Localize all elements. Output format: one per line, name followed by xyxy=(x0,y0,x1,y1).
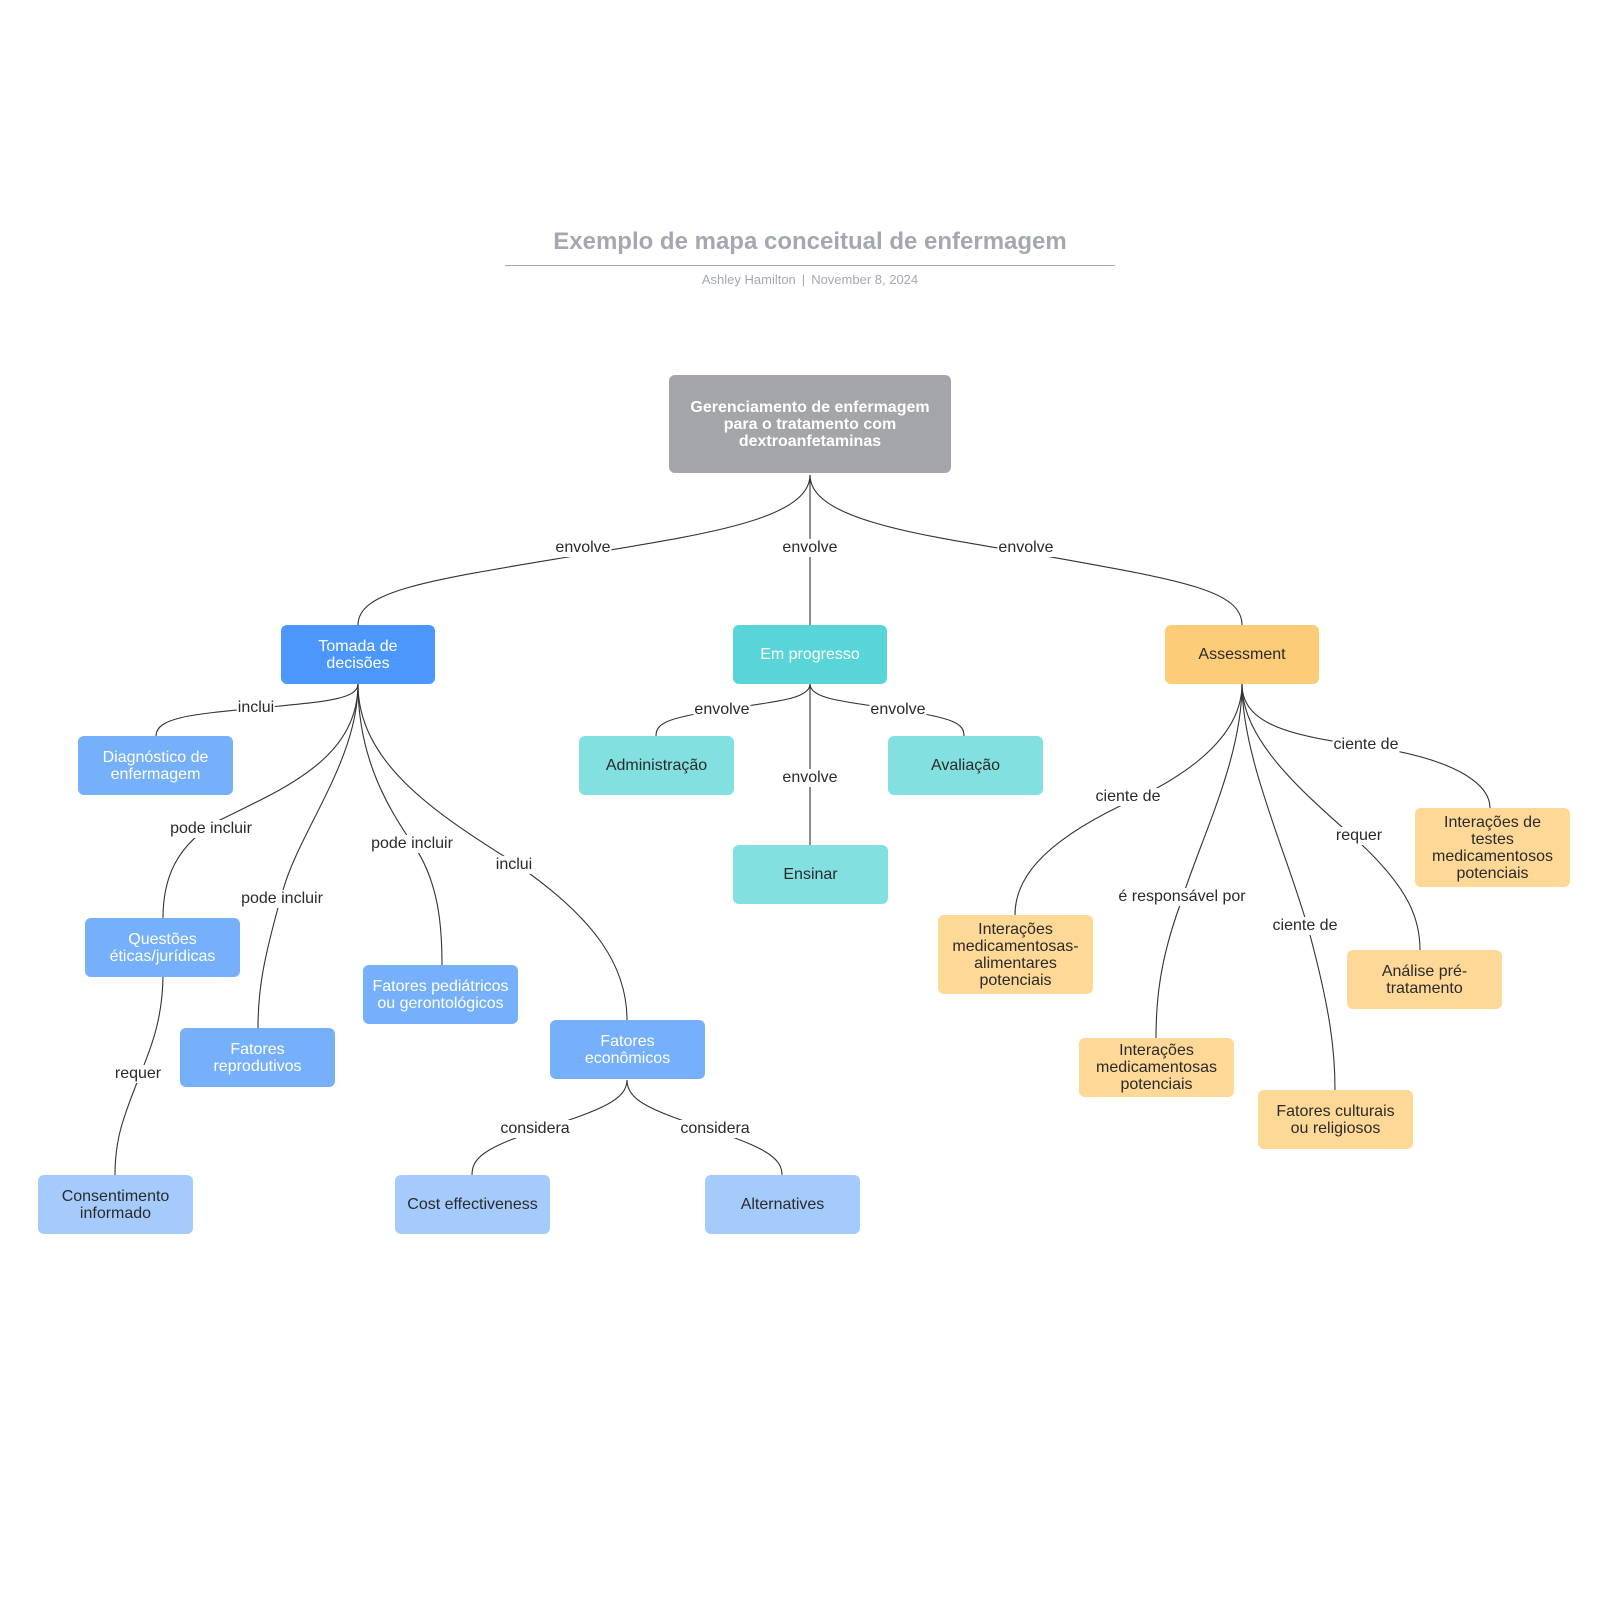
node-label: Questões éticas/jurídicas xyxy=(109,930,216,965)
root-node[interactable]: Gerenciamento de enfermagem para o trata… xyxy=(669,375,951,473)
edge-label: considera xyxy=(499,1120,571,1138)
node-label: Interações medicamentosas-alimentares po… xyxy=(952,920,1079,989)
node-label: Fatores pediátricos ou gerontológicos xyxy=(372,977,509,1012)
edge-assessment-medicamentosas xyxy=(1155,683,1243,1039)
edge-label: pode incluir xyxy=(370,835,454,853)
node-label: Fatores reprodutivos xyxy=(213,1040,302,1075)
connector-layer xyxy=(114,474,1491,1176)
node-interacoes-alimentares[interactable]: Interações medicamentosas-alimentares po… xyxy=(938,915,1093,994)
node-label: Fatores econômicos xyxy=(584,1032,671,1067)
node-label: Assessment xyxy=(1198,646,1286,663)
edge-label: ciente de xyxy=(1271,917,1339,935)
edge-tomada-questoes xyxy=(162,683,359,919)
node-label: Interações medicamentosas potenciais xyxy=(1096,1042,1217,1093)
node-label: Ensinar xyxy=(783,866,838,883)
edge-label: envolve xyxy=(997,539,1055,557)
node-label: Consentimento informado xyxy=(61,1187,170,1222)
node-label: Em progresso xyxy=(760,646,860,663)
edge-label: inclui xyxy=(236,699,276,717)
node-questoes-eticas-juridicas[interactable]: Questões éticas/jurídicas xyxy=(85,918,240,977)
node-cost-effectiveness[interactable]: Cost effectiveness xyxy=(395,1175,550,1234)
edge-assessment-culturais xyxy=(1241,683,1336,1091)
node-alternatives[interactable]: Alternatives xyxy=(705,1175,860,1234)
edge-label: envolve xyxy=(869,701,927,719)
node-tomada-de-decisoes[interactable]: Tomada de decisões xyxy=(281,625,435,684)
edge-label: ciente de xyxy=(1332,736,1400,754)
edge-label: requer xyxy=(1334,827,1384,845)
node-ensinar[interactable]: Ensinar xyxy=(733,845,888,904)
node-administracao[interactable]: Administração xyxy=(579,736,734,795)
node-label: Avaliação xyxy=(930,757,1001,774)
node-em-progresso[interactable]: Em progresso xyxy=(733,625,887,684)
node-avaliacao[interactable]: Avaliação xyxy=(888,736,1043,795)
node-label: Interações de testes medicamentosos pote… xyxy=(1432,813,1553,882)
edge-label: envolve xyxy=(781,769,839,787)
edge-label: inclui xyxy=(494,856,534,874)
edge-label: envolve xyxy=(554,539,612,557)
node-fatores-economicos[interactable]: Fatores econômicos xyxy=(550,1020,705,1079)
edge-label: é responsável por xyxy=(1117,888,1247,906)
node-fatores-pediatricos[interactable]: Fatores pediátricos ou gerontológicos xyxy=(363,965,518,1024)
node-label: Tomada de decisões xyxy=(318,637,398,672)
edge-label: ciente de xyxy=(1094,788,1162,806)
node-label: Administração xyxy=(605,757,708,774)
node-label: Alternatives xyxy=(740,1196,825,1213)
edge-label: envolve xyxy=(693,701,751,719)
node-consentimento-informado[interactable]: Consentimento informado xyxy=(38,1175,193,1234)
node-label: Fatores culturais ou religiosos xyxy=(1276,1102,1395,1137)
node-fatores-culturais[interactable]: Fatores culturais ou religiosos xyxy=(1258,1090,1413,1149)
edge-label: pode incluir xyxy=(169,820,253,838)
node-assessment[interactable]: Assessment xyxy=(1165,625,1319,684)
edge-label: pode incluir xyxy=(240,890,324,908)
node-interacoes-medicamentosas[interactable]: Interações medicamentosas potenciais xyxy=(1079,1038,1234,1097)
node-label: Gerenciamento de enfermagem para o trata… xyxy=(690,398,930,450)
node-label: Análise pré-tratamento xyxy=(1381,962,1468,997)
node-interacoes-testes[interactable]: Interações de testes medicamentosos pote… xyxy=(1415,808,1570,887)
node-fatores-reprodutivos[interactable]: Fatores reprodutivos xyxy=(180,1028,335,1087)
edge-label: requer xyxy=(113,1065,163,1083)
edge-label: envolve xyxy=(781,539,839,557)
edge-tomada-pediatricos xyxy=(357,683,443,966)
node-label: Diagnóstico de enfermagem xyxy=(102,748,209,783)
node-analise-pre-tratamento[interactable]: Análise pré-tratamento xyxy=(1347,950,1502,1009)
edge-assessment-analise xyxy=(1241,683,1421,951)
node-diagnostico-de-enfermagem[interactable]: Diagnóstico de enfermagem xyxy=(78,736,233,795)
node-label: Cost effectiveness xyxy=(407,1196,538,1213)
edge-label: considera xyxy=(679,1120,751,1138)
